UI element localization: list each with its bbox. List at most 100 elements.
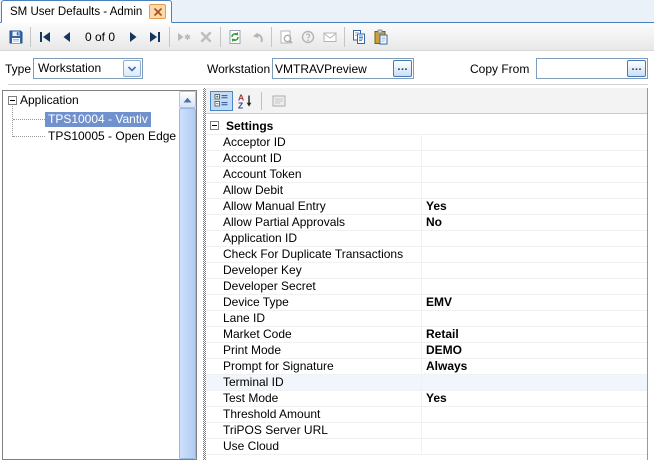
property-row[interactable]: Test ModeYes <box>206 391 647 407</box>
property-pages-icon <box>271 93 287 109</box>
tree-root-application[interactable]: Application <box>20 93 79 108</box>
type-select[interactable]: Workstation <box>33 58 143 79</box>
category-collapse-toggle[interactable] <box>210 121 219 130</box>
toolbar-separator <box>220 27 221 47</box>
property-row[interactable]: Application ID <box>206 231 647 247</box>
property-name[interactable]: Acceptor ID <box>206 135 422 150</box>
property-name[interactable]: Developer Secret <box>206 279 422 294</box>
property-value[interactable] <box>422 375 647 390</box>
property-value[interactable] <box>422 151 647 166</box>
copy-from-browse-button[interactable]: … <box>627 60 646 77</box>
delete-record-button[interactable] <box>195 26 217 48</box>
property-name[interactable]: Allow Partial Approvals <box>206 215 422 230</box>
property-value[interactable] <box>422 183 647 198</box>
property-row[interactable]: Account ID <box>206 151 647 167</box>
property-name[interactable]: Use Cloud <box>206 439 422 454</box>
previous-record-button[interactable] <box>56 26 78 48</box>
property-name[interactable]: TriPOS Server URL <box>206 423 422 438</box>
property-row[interactable]: Acceptor ID <box>206 135 647 151</box>
tab-sm-user-defaults[interactable]: SM User Defaults - Admin <box>1 0 172 23</box>
property-row[interactable]: Developer Secret <box>206 279 647 295</box>
property-value[interactable]: Yes <box>422 199 647 214</box>
property-row[interactable]: Device TypeEMV <box>206 295 647 311</box>
property-name[interactable]: Allow Debit <box>206 183 422 198</box>
property-row[interactable]: Allow Debit <box>206 183 647 199</box>
property-row[interactable]: Allow Manual EntryYes <box>206 199 647 215</box>
property-row[interactable]: Developer Key <box>206 263 647 279</box>
email-button[interactable] <box>319 26 341 48</box>
property-name[interactable]: Prompt for Signature <box>206 359 422 374</box>
property-value[interactable]: Yes <box>422 391 647 406</box>
property-row[interactable]: Threshold Amount <box>206 407 647 423</box>
tree-scrollbar[interactable] <box>179 91 196 459</box>
property-row[interactable]: Terminal ID <box>206 375 647 391</box>
svg-text:Z: Z <box>238 100 243 109</box>
last-record-button[interactable] <box>144 26 166 48</box>
refresh-button[interactable] <box>224 26 246 48</box>
property-name[interactable]: Terminal ID <box>206 375 422 390</box>
property-value[interactable] <box>422 311 647 326</box>
property-value[interactable] <box>422 167 647 182</box>
type-select-dropdown-button[interactable] <box>123 60 141 77</box>
property-name[interactable]: Developer Key <box>206 263 422 278</box>
property-value[interactable]: DEMO <box>422 343 647 358</box>
property-name[interactable]: Application ID <box>206 231 422 246</box>
save-button[interactable] <box>5 26 27 48</box>
property-value[interactable]: Retail <box>422 327 647 342</box>
scrollbar-thumb[interactable] <box>179 108 196 459</box>
tree-item[interactable]: TPS10005 - Open Edge <box>45 129 179 144</box>
tree-item[interactable]: TPS10004 - Vantiv <box>45 112 151 127</box>
alphabetical-sort-button[interactable]: A Z <box>233 91 256 111</box>
toolbar-separator <box>169 27 170 47</box>
property-row[interactable]: Allow Partial ApprovalsNo <box>206 215 647 231</box>
property-name[interactable]: Allow Manual Entry <box>206 199 422 214</box>
tab-close-button[interactable] <box>149 4 166 19</box>
copy-from-input[interactable] <box>539 61 624 76</box>
new-record-button[interactable] <box>173 26 195 48</box>
property-row[interactable]: Use Cloud <box>206 439 647 455</box>
workstation-input[interactable] <box>275 61 390 76</box>
property-name[interactable]: Market Code <box>206 327 422 342</box>
copy-button[interactable] <box>348 26 370 48</box>
property-row[interactable]: TriPOS Server URL <box>206 423 647 439</box>
help-button[interactable] <box>297 26 319 48</box>
property-value[interactable] <box>422 247 647 262</box>
property-name[interactable]: Print Mode <box>206 343 422 358</box>
first-record-button[interactable] <box>34 26 56 48</box>
property-value[interactable]: EMV <box>422 295 647 310</box>
property-row[interactable]: Check For Duplicate Transactions <box>206 247 647 263</box>
scroll-up-button[interactable] <box>179 91 196 108</box>
property-pages-button[interactable] <box>267 91 290 111</box>
property-row[interactable]: Account Token <box>206 167 647 183</box>
property-name[interactable]: Account Token <box>206 167 422 182</box>
property-value[interactable]: Always <box>422 359 647 374</box>
property-name[interactable]: Threshold Amount <box>206 407 422 422</box>
print-preview-button[interactable] <box>275 26 297 48</box>
property-value[interactable] <box>422 263 647 278</box>
property-row[interactable]: Market CodeRetail <box>206 327 647 343</box>
property-name[interactable]: Test Mode <box>206 391 422 406</box>
copy-from-field-container: … <box>536 58 648 79</box>
workstation-label: Workstation <box>207 61 270 77</box>
property-value[interactable]: No <box>422 215 647 230</box>
property-value[interactable] <box>422 407 647 422</box>
property-name[interactable]: Device Type <box>206 295 422 310</box>
property-value[interactable] <box>422 439 647 454</box>
property-name[interactable]: Account ID <box>206 151 422 166</box>
category-row-settings[interactable]: Settings <box>206 117 647 135</box>
property-value[interactable] <box>422 279 647 294</box>
workstation-browse-button[interactable]: … <box>393 60 412 77</box>
property-name[interactable]: Lane ID <box>206 311 422 326</box>
property-value[interactable] <box>422 231 647 246</box>
property-row[interactable]: Prompt for SignatureAlways <box>206 359 647 375</box>
property-value[interactable] <box>422 423 647 438</box>
undo-button[interactable] <box>246 26 268 48</box>
property-row[interactable]: Lane ID <box>206 311 647 327</box>
paste-button[interactable] <box>370 26 392 48</box>
property-row[interactable]: Print ModeDEMO <box>206 343 647 359</box>
property-value[interactable] <box>422 135 647 150</box>
property-name[interactable]: Check For Duplicate Transactions <box>206 247 422 262</box>
next-record-button[interactable] <box>122 26 144 48</box>
categorized-button[interactable] <box>210 91 233 111</box>
tree-collapse-toggle[interactable] <box>8 96 17 105</box>
